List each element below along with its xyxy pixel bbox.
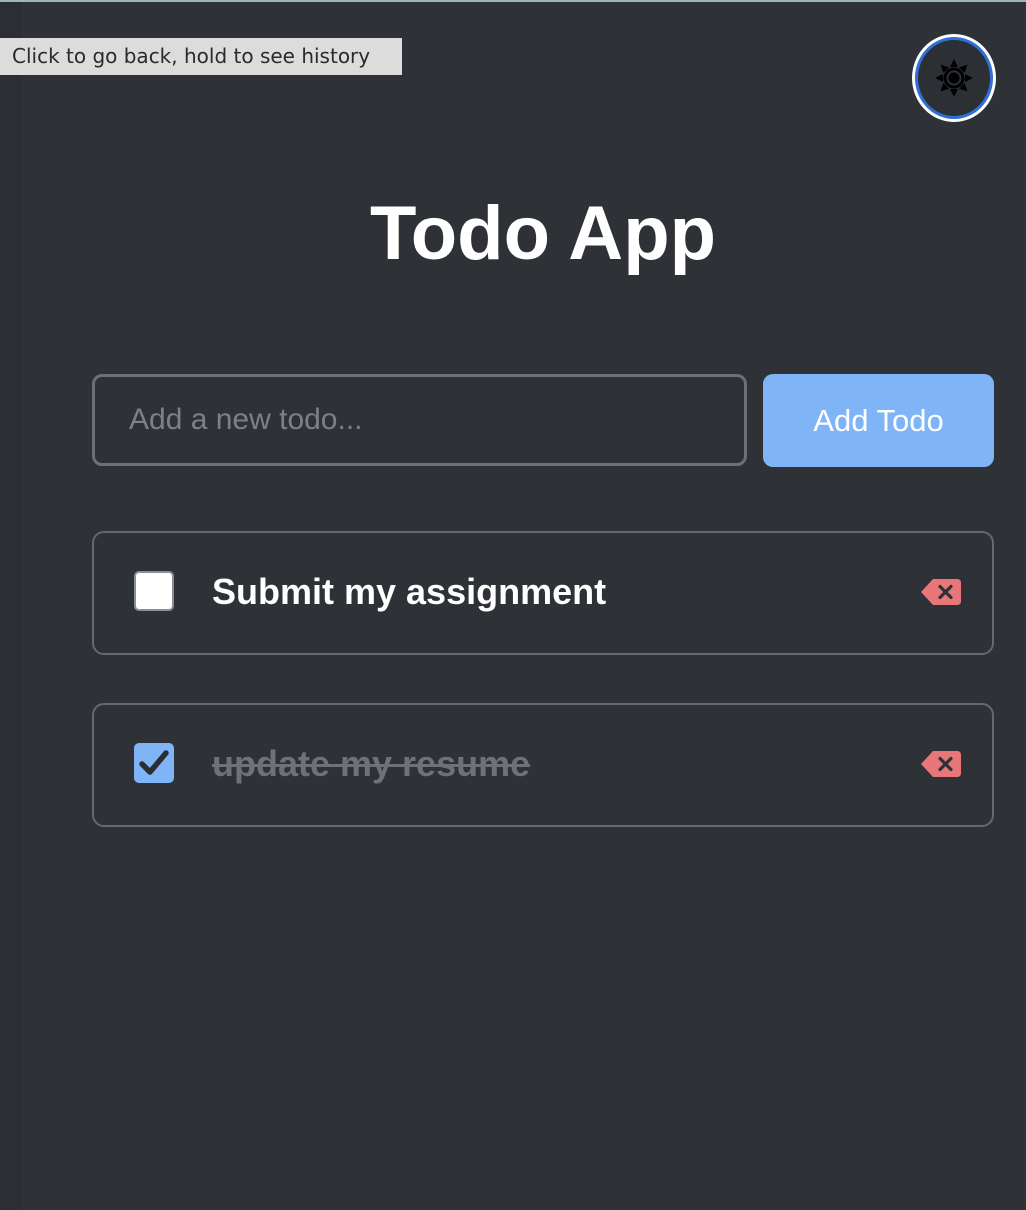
page-title: Todo App: [369, 191, 717, 276]
todo-text: update my resume: [212, 743, 531, 784]
sun-icon: [935, 59, 973, 97]
left-edge-panel: [0, 2, 22, 1210]
todo-item: Submit my assignment: [92, 531, 994, 655]
window-top-border: [0, 0, 1026, 2]
todo-item: update my resume: [92, 703, 994, 827]
back-button-tooltip: Click to go back, hold to see history: [0, 38, 402, 75]
backspace-delete-icon: [921, 579, 961, 605]
new-todo-input[interactable]: [92, 374, 747, 466]
delete-todo-button[interactable]: [920, 577, 962, 607]
theme-toggle-button[interactable]: [912, 34, 996, 122]
checkmark-icon: [139, 750, 169, 775]
add-todo-button[interactable]: Add Todo: [763, 374, 994, 467]
todo-text: Submit my assignment: [212, 571, 607, 612]
todo-checkbox[interactable]: [134, 743, 174, 783]
todo-checkbox[interactable]: [134, 571, 174, 611]
backspace-delete-icon: [921, 751, 961, 777]
delete-todo-button[interactable]: [920, 749, 962, 779]
